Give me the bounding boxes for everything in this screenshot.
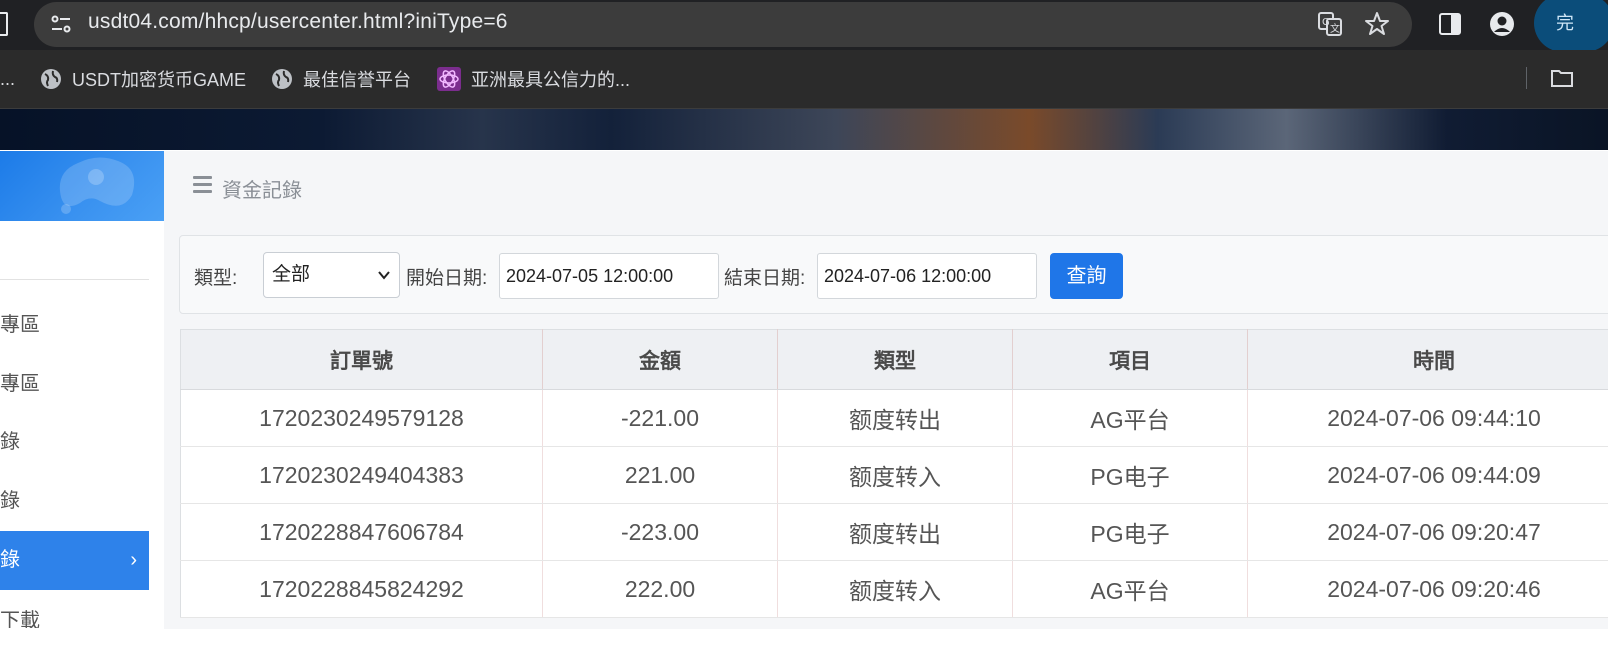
- order-no-cell: 1720228845824292: [181, 561, 543, 618]
- order-no-cell: 1720228847606784: [181, 504, 543, 561]
- sidebar-item-active[interactable]: 錄 ›: [0, 531, 149, 590]
- side-panel-icon[interactable]: [1436, 10, 1464, 38]
- start-date-input[interactable]: 2024-07-05 12:00:00: [499, 253, 719, 299]
- bookmark-usdt-game[interactable]: USDT加密货币GAME: [40, 50, 246, 108]
- bookmark-label: 亚洲最具公信力的...: [471, 66, 630, 92]
- table-row: 1720230249579128 -221.00 额度转出 AG平台 2024-…: [181, 390, 1608, 447]
- order-no-cell: 1720230249404383: [181, 447, 543, 504]
- sidebar-logo: [0, 151, 164, 221]
- type-label: 類型:: [194, 263, 237, 290]
- amount-cell: 221.00: [543, 447, 778, 504]
- end-date-label: 結束日期:: [724, 263, 805, 290]
- time-cell: 2024-07-06 09:20:47: [1248, 504, 1608, 561]
- chevron-right-icon: ›: [130, 531, 137, 590]
- bookmarks-separator: [1526, 67, 1527, 89]
- site-favicon-icon: [437, 67, 461, 91]
- bookmark-label: 最佳信誉平台: [303, 66, 411, 92]
- item-cell: PG电子: [1013, 447, 1248, 504]
- header-type: 類型: [778, 330, 1013, 390]
- time-cell: 2024-07-06 09:44:09: [1248, 447, 1608, 504]
- time-cell: 2024-07-06 09:44:10: [1248, 390, 1608, 447]
- svg-text:文: 文: [1330, 22, 1340, 35]
- item-cell: AG平台: [1013, 390, 1248, 447]
- start-date-label: 開始日期:: [406, 263, 487, 290]
- table-row: 1720230249404383 221.00 额度转入 PG电子 2024-0…: [181, 447, 1608, 504]
- site-settings-icon[interactable]: [49, 12, 73, 36]
- type-cell: 额度转出: [778, 390, 1013, 447]
- fund-records-table: 訂單號 金額 類型 項目 時間 1720230249579128 -221.00…: [180, 329, 1608, 618]
- browser-toolbar: usdt04.com/hhcp/usercenter.html?iniType=…: [0, 0, 1608, 50]
- menu-icon[interactable]: [193, 176, 212, 194]
- bookmark-best-platform[interactable]: 最佳信誉平台: [271, 50, 411, 108]
- amount-cell: 222.00: [543, 561, 778, 618]
- sidebar-item[interactable]: 專區: [0, 296, 149, 354]
- table-row: 1720228845824292 222.00 额度转入 AG平台 2024-0…: [181, 561, 1608, 618]
- globe-icon: [271, 68, 293, 90]
- bookmark-label: USDT加密货币GAME: [72, 66, 246, 92]
- sidebar-divider: [0, 279, 149, 280]
- bookmark-asia-platform[interactable]: 亚洲最具公信力的...: [437, 50, 630, 108]
- bookmark-item[interactable]: ...: [0, 50, 15, 108]
- svg-text:G: G: [1322, 17, 1330, 28]
- header-order-no: 訂單號: [181, 330, 543, 390]
- sidebar-item[interactable]: 專區: [0, 355, 149, 413]
- item-cell: PG电子: [1013, 504, 1248, 561]
- header-amount: 金額: [543, 330, 778, 390]
- time-cell: 2024-07-06 09:20:46: [1248, 561, 1608, 618]
- folder-icon[interactable]: [1550, 67, 1574, 89]
- page-title: 資金記錄: [222, 174, 302, 203]
- order-no-cell: 1720230249579128: [181, 390, 543, 447]
- type-cell: 额度转出: [778, 504, 1013, 561]
- site-banner: [0, 109, 1608, 150]
- type-cell: 额度转入: [778, 447, 1013, 504]
- end-date-input[interactable]: 2024-07-06 12:00:00: [817, 253, 1037, 299]
- query-button[interactable]: 查詢: [1050, 253, 1123, 299]
- header-item: 項目: [1013, 330, 1248, 390]
- header-time: 時間: [1248, 330, 1608, 390]
- type-select[interactable]: 全部: [263, 252, 400, 298]
- profile-button[interactable]: 完: [1534, 0, 1608, 52]
- globe-icon: [40, 68, 62, 90]
- home-icon[interactable]: [0, 12, 8, 36]
- amount-cell: -221.00: [543, 390, 778, 447]
- type-cell: 额度转入: [778, 561, 1013, 618]
- account-icon[interactable]: [1488, 10, 1516, 38]
- sidebar-item[interactable]: 錄: [0, 472, 149, 530]
- bookmark-label: ...: [0, 69, 15, 90]
- table-row: 1720228847606784 -223.00 额度转出 PG电子 2024-…: [181, 504, 1608, 561]
- chevron-down-icon: [377, 268, 391, 282]
- amount-cell: -223.00: [543, 504, 778, 561]
- url-text[interactable]: usdt04.com/hhcp/usercenter.html?iniType=…: [88, 10, 508, 34]
- sidebar-item[interactable]: 下載: [0, 592, 149, 650]
- item-cell: AG平台: [1013, 561, 1248, 618]
- translate-icon[interactable]: G 文: [1316, 10, 1344, 38]
- sidebar-item[interactable]: 錄: [0, 413, 149, 471]
- bookmark-star-icon[interactable]: [1363, 10, 1391, 38]
- table-header-row: 訂單號 金額 類型 項目 時間: [181, 330, 1608, 390]
- gamepad-icon: [0, 151, 164, 221]
- bookmarks-bar: ... USDT加密货币GAME 最佳信誉平台 亚洲最具公信力的...: [0, 50, 1608, 109]
